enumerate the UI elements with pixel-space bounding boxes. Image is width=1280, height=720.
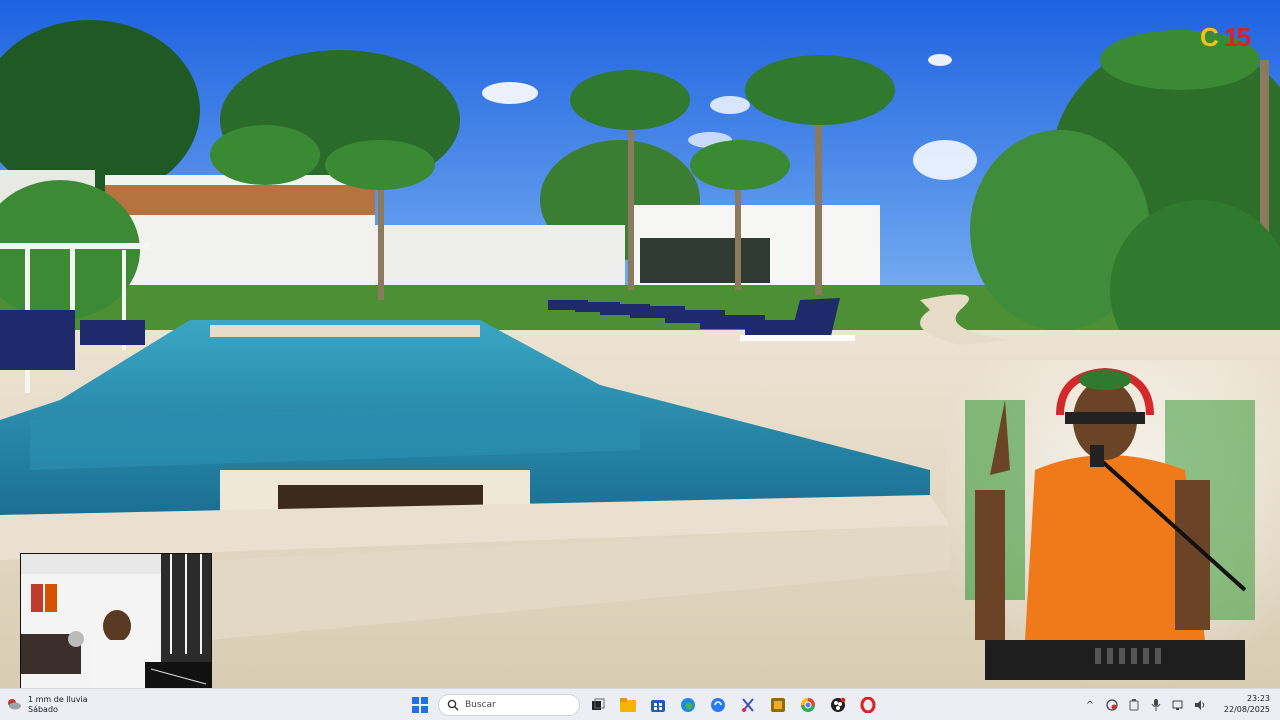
file-explorer-button[interactable] <box>616 693 640 717</box>
channel-logo: C 15 <box>1200 22 1258 58</box>
app-r-icon <box>771 698 785 712</box>
snipping-tool-icon <box>742 698 754 712</box>
edge-icon <box>681 698 695 712</box>
webcam-overlay <box>20 553 212 688</box>
weather-widget[interactable]: 1 mm de lluvia Sábado <box>6 692 88 718</box>
search-placeholder: Buscar <box>465 700 496 710</box>
weather-day: Sábado <box>28 705 58 714</box>
app-r-button[interactable] <box>766 693 790 717</box>
logo-letter: C <box>1200 22 1219 52</box>
network-shield-icon[interactable] <box>1104 697 1120 713</box>
store-button[interactable] <box>646 693 670 717</box>
chrome-icon <box>801 698 815 712</box>
taskbar-apps: Buscar <box>408 692 880 718</box>
store-icon <box>651 700 665 712</box>
webcam-room-image <box>21 554 211 688</box>
clock-date: 22/08/2025 <box>1223 705 1270 714</box>
snipping-tool-button[interactable] <box>736 693 760 717</box>
dj-overlay <box>945 360 1280 688</box>
obs-button[interactable] <box>826 693 850 717</box>
start-icon <box>412 697 428 713</box>
taskbar: 1 mm de lluvia Sábado Buscar ^ 23:23 22/… <box>0 688 1280 720</box>
copilot-button[interactable] <box>706 693 730 717</box>
volume-icon[interactable] <box>1192 697 1208 713</box>
search-icon <box>447 699 459 711</box>
logo-number: 15 <box>1224 22 1251 52</box>
search-box[interactable]: Buscar <box>438 694 580 716</box>
microphone-icon[interactable] <box>1148 697 1164 713</box>
rain-cloud-icon <box>6 697 22 713</box>
file-explorer-icon <box>620 698 636 712</box>
opera-button[interactable] <box>856 693 880 717</box>
task-view-icon <box>592 698 605 710</box>
edge-button[interactable] <box>676 693 700 717</box>
dj-performer-image <box>945 360 1280 688</box>
system-tray: ^ <box>1082 692 1208 718</box>
taskbar-clock[interactable]: 23:23 22/08/2025 <box>1216 693 1270 715</box>
opera-icon <box>860 697 876 713</box>
wifi-icon[interactable] <box>1170 697 1186 713</box>
obs-icon <box>831 697 846 712</box>
task-view-button[interactable] <box>586 693 610 717</box>
video-frame: C 15 <box>0 0 1280 688</box>
chrome-button[interactable] <box>796 693 820 717</box>
start-button[interactable] <box>408 693 432 717</box>
copilot-icon <box>711 698 725 712</box>
weather-condition: 1 mm de lluvia <box>28 695 88 704</box>
battery-saver-icon[interactable] <box>1126 697 1142 713</box>
tray-overflow-chevron[interactable]: ^ <box>1082 697 1098 713</box>
clock-time: 23:23 <box>1246 694 1270 703</box>
